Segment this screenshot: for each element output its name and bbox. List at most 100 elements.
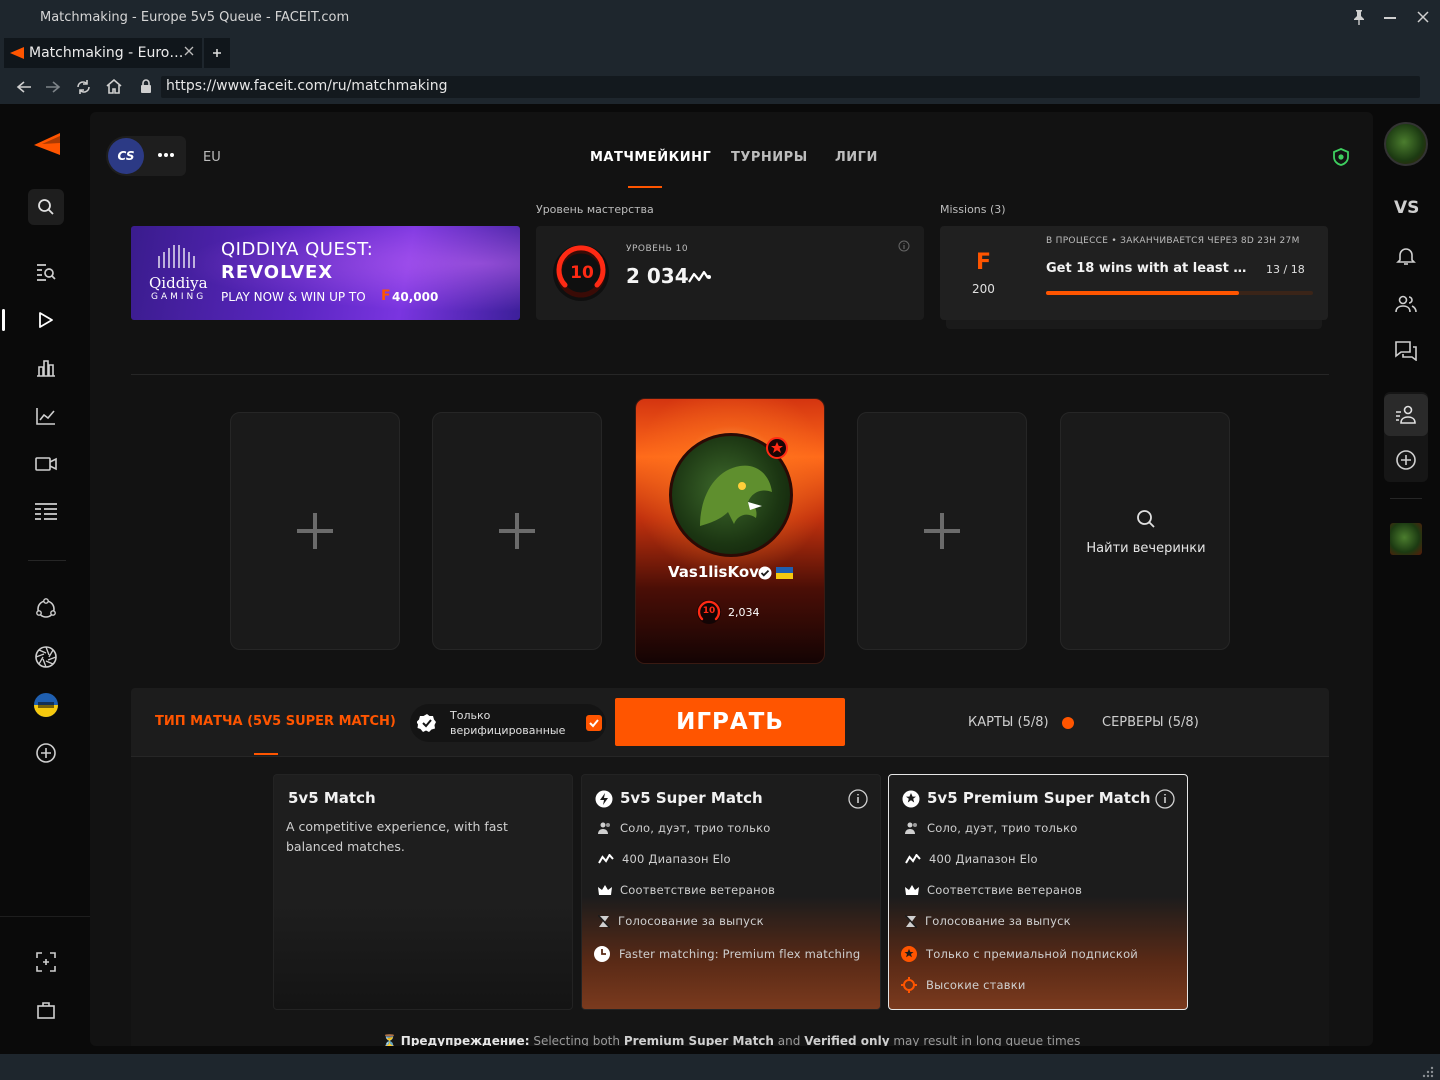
add-club-nav-button[interactable] (28, 735, 64, 771)
ukraine-club-icon (34, 693, 58, 717)
match-type-premium-super[interactable]: 5v5 Premium Super Match Соло, дуэт, трио… (888, 774, 1188, 1010)
search-list-icon (37, 264, 56, 281)
matchmaking-panel: CS EU МАТЧМЕЙКИНГ ТУРНИРЫ ЛИГИ Qiddiya G… (90, 112, 1373, 1046)
watch-nav-button[interactable] (28, 446, 64, 482)
servers-tab[interactable]: СЕРВЕРЫ (5/8) (1102, 715, 1199, 730)
home-icon[interactable] (106, 79, 122, 94)
friends-icon[interactable] (1395, 294, 1417, 314)
faceit-favicon-icon (10, 47, 24, 59)
feature-high-stakes: Высокие ставки (900, 976, 1026, 994)
aperture-nav-button[interactable] (28, 639, 64, 675)
resize-grip-icon[interactable] (1420, 1064, 1434, 1078)
more-icon[interactable] (158, 153, 176, 157)
verified-only-label-2: верифицированные (450, 724, 566, 737)
close-tab-icon[interactable] (184, 46, 194, 56)
player-name: Vas1lisKov (668, 563, 759, 581)
url-input[interactable]: https://www.faceit.com/ru/matchmaking (161, 76, 1420, 98)
play-nav-button[interactable] (28, 302, 64, 338)
tab-matchmaking[interactable]: Matchmaking - Euro… (4, 38, 202, 68)
find-parties-card[interactable]: Найти вечеринки (1060, 412, 1230, 650)
party-slot-1[interactable] (230, 412, 400, 650)
verified-shield-icon (417, 713, 437, 733)
close-window-icon[interactable] (1416, 10, 1430, 24)
rankings-nav-button[interactable] (28, 350, 64, 386)
match-type-5v5[interactable]: 5v5 Match A competitive experience, with… (273, 774, 573, 1010)
users-icon (905, 822, 917, 834)
fullscreen-nav-button[interactable] (28, 944, 64, 980)
party-slot-2[interactable] (432, 412, 602, 650)
skill-info-icon[interactable] (898, 240, 910, 252)
briefcase-nav-button[interactable] (28, 992, 64, 1028)
maps-tab[interactable]: КАРТЫ (5/8) (968, 715, 1049, 730)
match-type-tab[interactable]: ТИП МАТЧА (5V5 SUPER MATCH) (155, 714, 396, 729)
game-selector[interactable]: CS (106, 136, 186, 176)
match-type-tab-underline (254, 753, 278, 755)
window-title: Matchmaking - Europe 5v5 Queue - FACEIT.… (40, 10, 350, 25)
feature-faster-matching: Faster matching: Premium flex matching (593, 945, 860, 963)
club-ukraine-nav-button[interactable] (28, 687, 64, 723)
target-icon (901, 977, 917, 993)
banner-subtitle: REVOLVEX (221, 262, 334, 283)
plus-circle-icon (36, 743, 56, 763)
super-match-info-icon[interactable] (848, 789, 868, 809)
new-tab-button[interactable] (204, 38, 230, 68)
plus-icon (499, 513, 535, 549)
elo-value: 2 034 (626, 264, 689, 288)
forward-icon[interactable] (45, 80, 61, 94)
party-button[interactable] (1384, 394, 1428, 436)
feature-vote-kick: Голосование за выпуск (598, 914, 764, 928)
faceit-points-icon: F (381, 288, 391, 304)
faceit-logo-icon[interactable] (34, 133, 60, 155)
premium-match-info-icon[interactable] (1155, 789, 1175, 809)
title-bar: Matchmaking - Europe 5v5 Queue - FACEIT.… (0, 0, 1440, 36)
tab-label: Matchmaking - Euro… (29, 45, 184, 61)
match-type-title: 5v5 Premium Super Match (927, 789, 1151, 807)
address-bar: https://www.faceit.com/ru/matchmaking (0, 70, 1440, 104)
nav-matchmaking[interactable]: МАТЧМЕЙКИНГ (590, 150, 711, 165)
feature-party-size: Соло, дуэт, трио только (905, 821, 1077, 835)
player-card[interactable]: Vas1lisKov 10 2,034 (635, 398, 825, 664)
banner-brand: Qiddiya (149, 274, 208, 292)
reload-icon[interactable] (75, 79, 92, 95)
qiddiya-banner[interactable]: Qiddiya GAMING QIDDIYA QUEST: REVOLVEX P… (131, 226, 520, 320)
active-nav-indicator (2, 309, 5, 331)
nav-tournaments[interactable]: ТУРНИРЫ (731, 150, 808, 165)
mission-progress-fill (1046, 291, 1239, 295)
clock-icon (594, 946, 610, 962)
mission-card[interactable]: F 200 В ПРОЦЕССЕ • ЗАКАНЧИВАЕТСЯ ЧЕРЕЗ 8… (940, 226, 1328, 320)
play-button[interactable]: ИГРАТЬ (615, 698, 845, 746)
match-type-title: 5v5 Super Match (620, 789, 763, 807)
play-icon (39, 312, 53, 328)
queue-warning: ⏳ Предупреждение: Selecting both Premium… (382, 1034, 1081, 1046)
minimize-icon[interactable] (1384, 17, 1396, 19)
mission-reward: 200 (972, 282, 995, 296)
search-icon (38, 199, 54, 215)
back-icon[interactable] (16, 80, 32, 94)
nav-leagues[interactable]: ЛИГИ (835, 150, 878, 165)
line-chart-icon (36, 408, 55, 425)
vs-button[interactable]: VS (1394, 198, 1419, 218)
add-party-icon[interactable] (1395, 449, 1417, 471)
find-players-nav-button[interactable] (28, 254, 64, 290)
search-nav-button[interactable] (28, 189, 64, 225)
skill-level-number: 10 (570, 263, 594, 283)
stats-nav-button[interactable] (28, 398, 64, 434)
player-level-number: 10 (702, 606, 716, 616)
qiddiya-logo-icon (153, 242, 199, 268)
feed-nav-button[interactable] (28, 494, 64, 530)
chat-icon[interactable] (1395, 341, 1417, 361)
feature-veterans: Соответствие ветеранов (905, 883, 1082, 897)
anti-cheat-shield-icon[interactable] (1332, 148, 1350, 166)
pin-icon[interactable] (1352, 9, 1366, 25)
verified-checkbox[interactable] (586, 715, 602, 731)
clubs-nav-button[interactable] (28, 591, 64, 627)
notifications-bell-icon[interactable] (1396, 246, 1416, 266)
users-icon (598, 822, 610, 834)
party-slot-4[interactable] (857, 412, 1027, 650)
party-member-avatar[interactable] (1390, 523, 1422, 555)
match-type-super[interactable]: 5v5 Super Match Соло, дуэт, трио только … (581, 774, 881, 1010)
crown-icon (598, 884, 612, 895)
verified-only-toggle[interactable]: Только верифицированные (410, 704, 606, 742)
elo-trend-icon (688, 270, 712, 284)
profile-avatar[interactable] (1384, 122, 1428, 166)
